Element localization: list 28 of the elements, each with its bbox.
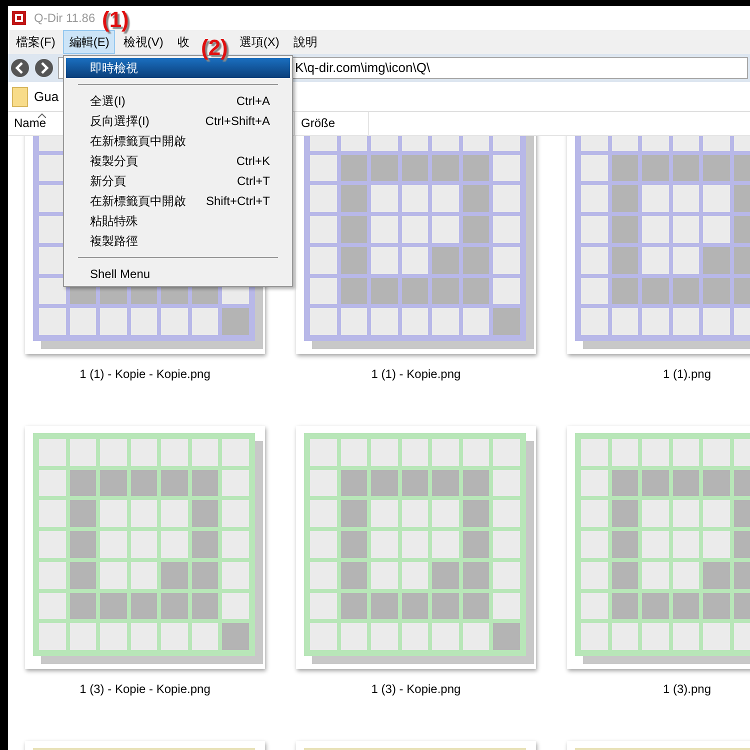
folder-icon bbox=[12, 86, 28, 106]
menu-bar-item[interactable]: 收 bbox=[171, 30, 196, 54]
menu-item[interactable]: 反向選擇(I) Ctrl+Shift+A bbox=[66, 111, 290, 131]
file-name: 1 (3) - Kopie - Kopie.png bbox=[80, 681, 210, 697]
menu-bar-item[interactable]: 選項(X) bbox=[233, 30, 286, 54]
menu-item[interactable]: 粘貼特殊 bbox=[66, 211, 290, 231]
thumbnail[interactable] bbox=[296, 426, 536, 669]
breadcrumb-item[interactable]: Gua bbox=[34, 86, 59, 106]
file-name: 1 (1) - Kopie.png bbox=[371, 366, 461, 382]
app-logo-icon bbox=[12, 11, 26, 25]
file-name: 1 (1).png bbox=[662, 366, 712, 382]
menu-item[interactable]: 複製分頁 Ctrl+K bbox=[66, 151, 290, 171]
address-text: K\q-dir.com\img\icon\Q\ bbox=[295, 59, 430, 78]
menu-bar-item[interactable]: 說明 bbox=[287, 30, 324, 54]
menu-item[interactable]: 新分頁 Ctrl+T bbox=[66, 171, 290, 191]
menu-item[interactable]: Shell Menu bbox=[66, 264, 290, 284]
file-name: 1 (3).png bbox=[662, 681, 712, 697]
window-title: Q-Dir 11.86 bbox=[34, 10, 96, 27]
sort-caret-icon bbox=[38, 113, 46, 118]
menu-bar-item[interactable]: 檔案(F) bbox=[10, 30, 62, 54]
menu-item[interactable]: 在新標籤頁中開啟 Shift+Ctrl+T bbox=[66, 191, 290, 211]
thumbnail[interactable] bbox=[25, 426, 265, 669]
column-header[interactable]: Größe bbox=[295, 112, 369, 135]
menu-item[interactable]: 複製路徑 bbox=[66, 231, 290, 251]
file-name: 1 (3) - Kopie.png bbox=[371, 681, 461, 697]
menu-item[interactable]: 在新標籤頁中開啟 bbox=[66, 131, 290, 151]
file-name: 1 (1) - Kopie - Kopie.png bbox=[80, 366, 210, 382]
menu-item[interactable]: 全選(I) Ctrl+A bbox=[66, 91, 290, 111]
